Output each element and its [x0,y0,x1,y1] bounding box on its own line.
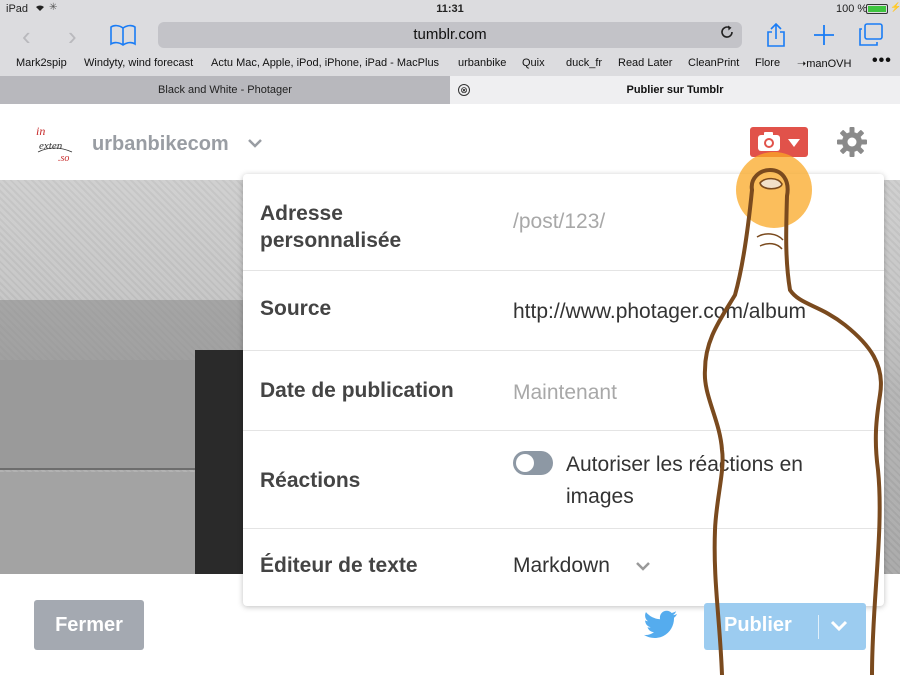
photo-stone [0,360,195,470]
source-label: Source [260,297,332,320]
more-bookmarks-button[interactable]: ••• [872,52,892,70]
tabs-icon[interactable] [858,23,884,47]
custom-url-row: Adresse personnalisée /post/123/ [243,174,884,271]
date-label: Date de publication [260,379,454,402]
battery-icon [866,4,888,14]
tab-title: Black and White - Photager [158,84,292,96]
publish-label: Publier [724,614,792,636]
address-text: tumblr.com [413,26,487,43]
publish-divider [818,615,819,639]
bookmark-item[interactable]: Flore [755,57,780,69]
bookmark-item[interactable]: Windyty, wind forecast [84,57,193,69]
reactions-row: Réactions Autoriser les réactions en ima… [243,431,884,529]
reactions-label: Réactions [260,469,361,492]
gear-icon[interactable] [836,126,868,158]
status-bar: iPad ✳ 11:31 100 % ⚡ [0,0,900,18]
blog-name[interactable]: urbanbikecom [92,133,229,156]
add-icon[interactable] [812,23,836,47]
clock: 11:31 [436,3,464,15]
date-input[interactable]: Maintenant [513,379,617,406]
logo-text-1: in [36,124,45,138]
bookmark-item[interactable]: ➝manOVH [797,57,851,70]
close-button[interactable]: Fermer [34,600,144,650]
photo-stone [0,472,195,574]
bookmark-item[interactable]: Quix [522,57,545,69]
forward-icon[interactable]: › [68,23,77,49]
publish-button[interactable]: Publier [704,603,866,650]
bookmark-item[interactable]: duck_fr [566,57,602,69]
editor-row: Éditeur de texte Markdown [243,529,884,606]
twitter-icon[interactable] [644,610,678,640]
chevron-down-icon[interactable] [635,561,651,571]
tab-photager[interactable]: Black and White - Photager [0,76,450,104]
back-icon[interactable]: ‹ [22,23,31,49]
address-bar[interactable]: tumblr.com [158,22,742,48]
camera-button[interactable] [750,127,808,157]
source-row: Source http://www.photager.com/album [243,271,884,351]
post-options-panel: Adresse personnalisée /post/123/ Source … [243,174,884,606]
share-icon[interactable] [766,23,786,47]
battery-percent: 100 % [836,3,868,15]
tab-title: Publier sur Tumblr [626,84,724,96]
tab-strip: Black and White - Photager ⊗ Publier sur… [0,76,900,104]
reactions-toggle[interactable] [513,451,553,475]
bookmark-item[interactable]: Mark2spip [16,57,67,69]
reload-icon[interactable] [720,25,734,39]
editor-label: Éditeur de texte [260,554,418,577]
blog-logo[interactable]: in exten .so [34,122,76,164]
custom-url-label: Adresse personnalisée [260,202,402,252]
chevron-down-icon[interactable] [248,138,262,148]
browser-toolbar: ‹ › tumblr.com [0,18,900,54]
bookmark-item[interactable]: CleanPrint [688,57,739,69]
bookmark-item[interactable]: Actu Mac, Apple, iPod, iPhone, iPad - Ma… [211,57,439,69]
bookmarks-icon[interactable] [110,24,136,46]
bookmark-item[interactable]: urbanbike [458,57,506,69]
editor-select[interactable]: Markdown [513,552,610,579]
tab-publier-tumblr[interactable]: ⊗ Publier sur Tumblr [450,76,900,104]
camera-icon [758,132,800,151]
charging-icon: ⚡ [890,2,900,12]
source-input[interactable]: http://www.photager.com/album [513,298,806,325]
bookmarks-bar: Mark2spip Windyty, wind forecast Actu Ma… [0,52,900,76]
custom-url-input[interactable]: /post/123/ [513,208,605,235]
close-tab-icon[interactable]: ⊗ [458,84,470,96]
date-row: Date de publication Maintenant [243,351,884,431]
reactions-description: Autoriser les réactions en images [566,453,803,508]
chevron-down-icon[interactable] [830,620,848,632]
logo-text-3: .so [58,153,69,164]
bookmark-item[interactable]: Read Later [618,57,672,69]
